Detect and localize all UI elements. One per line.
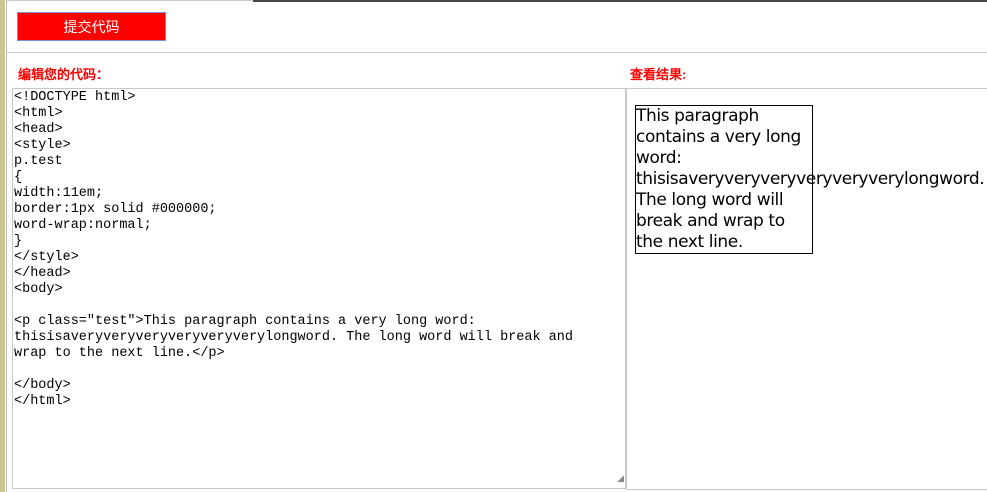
divider [6, 0, 7, 492]
resize-grip-icon[interactable]: ◢ [617, 471, 624, 487]
divider [253, 0, 987, 2]
window-edge [0, 0, 5, 492]
submit-code-button[interactable]: 提交代码 [17, 12, 166, 41]
divider [7, 0, 253, 1]
code-editor[interactable]: <!DOCTYPE html> <html> <head> <style> p.… [12, 88, 626, 489]
result-frame: This paragraph contains a very long word… [626, 89, 987, 490]
divider [7, 52, 987, 53]
code-text[interactable]: <!DOCTYPE html> <html> <head> <style> p.… [14, 90, 573, 409]
result-label: 查看结果: [630, 67, 687, 82]
editor-label: 编辑您的代码： [18, 67, 110, 82]
result-paragraph: This paragraph contains a very long word… [635, 105, 985, 254]
